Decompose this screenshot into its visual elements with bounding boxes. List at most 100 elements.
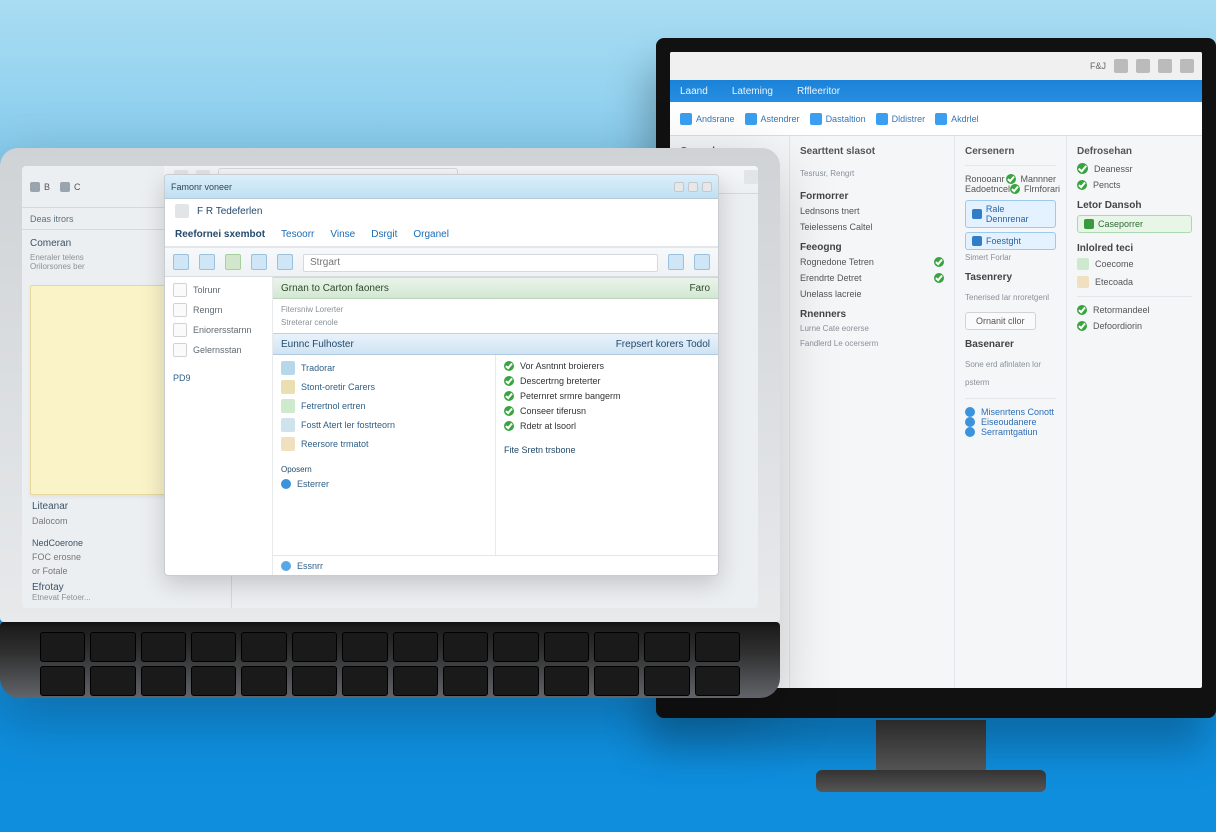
list-item[interactable]: Deanessr: [1077, 163, 1192, 174]
ribbon-tab-2[interactable]: Lateming: [732, 86, 773, 97]
cube-icon: [745, 113, 757, 125]
sysicon-4[interactable]: [1180, 59, 1194, 73]
ribbon-item-5[interactable]: Akdrlel: [935, 113, 979, 125]
search-input[interactable]: [303, 254, 658, 272]
list-item[interactable]: Defoordiorin: [1077, 321, 1192, 331]
tool-icon[interactable]: [173, 254, 189, 270]
subline: Simert Forlar: [965, 253, 1056, 262]
toolbar-chip[interactable]: C: [60, 182, 81, 192]
list-item[interactable]: Descertrng breterter: [504, 376, 710, 386]
ribbon-item-3[interactable]: Dastaltion: [810, 113, 866, 125]
subline: Fite Sretn trsbone: [504, 445, 710, 455]
pill-icon: [972, 209, 982, 219]
side-item[interactable]: Eniorersstarnn: [173, 323, 264, 337]
sysicon-2[interactable]: [1136, 59, 1150, 73]
list-item[interactable]: Teielessens Caltel: [800, 222, 944, 232]
check-icon: [1010, 184, 1020, 194]
close-button[interactable]: [702, 182, 712, 192]
window-titlebar[interactable]: Famonr voneer: [165, 175, 718, 199]
laptop-screen: B C Eerotrolne Deas itrors Comeran Enera…: [22, 166, 758, 608]
square-icon: [60, 182, 70, 192]
list-item[interactable]: Serramtgatiun: [965, 427, 1056, 437]
list-item[interactable]: Rognedone Tetren: [800, 257, 944, 267]
ribbon-item-1[interactable]: Andsrane: [680, 113, 735, 125]
side-item[interactable]: PD9: [173, 373, 264, 383]
text: Tenerised lar nroretgenl: [965, 293, 1049, 302]
tab[interactable]: Tesoorr: [281, 229, 314, 240]
list-item[interactable]: Unelass lacreie: [800, 289, 944, 299]
list-item[interactable]: Esterrer: [281, 479, 487, 489]
breadcrumb-text[interactable]: F R Tedeferlen: [197, 206, 262, 217]
folder-icon: [173, 303, 187, 317]
two-col: Tradorar Stont-oretir Carers Fetrertnol …: [273, 355, 718, 555]
check-icon: [1077, 305, 1087, 315]
monitor-titlebar: F&J: [670, 52, 1202, 80]
section-header: Inlolred teci: [1077, 243, 1192, 254]
laptop-keyboard: [0, 622, 780, 698]
list-item[interactable]: Retormandeel: [1077, 305, 1192, 315]
square-icon: [30, 182, 40, 192]
bottom-title: Efrotay: [32, 582, 221, 593]
max-button[interactable]: [688, 182, 698, 192]
detail-row: EadoetncelFlrnforari: [965, 184, 1056, 194]
min-button[interactable]: [674, 182, 684, 192]
tab[interactable]: Reefornei sxembot: [175, 229, 265, 240]
list-item[interactable]: Erendrte Detret: [800, 273, 944, 283]
list-item[interactable]: Reersore trmatot: [281, 437, 487, 451]
group-header[interactable]: Grnan to Carton faoners Faro: [273, 277, 718, 299]
highlight-pill[interactable]: Rale Dennrenar: [965, 200, 1056, 228]
action-button[interactable]: Ornanit cllor: [965, 312, 1036, 330]
tool-icon[interactable]: [694, 254, 710, 270]
list-item[interactable]: Pencts: [1077, 180, 1192, 190]
list-item[interactable]: Stont-oretir Carers: [281, 380, 487, 394]
tab[interactable]: Deas itrors: [30, 214, 74, 224]
side-item[interactable]: Tolrunr: [173, 283, 264, 297]
tool-icon[interactable]: [199, 254, 215, 270]
check-icon: [934, 273, 944, 283]
tool-icon[interactable]: [744, 170, 758, 184]
sysicon-1[interactable]: [1114, 59, 1128, 73]
highlight-pill[interactable]: Foestght: [965, 232, 1056, 250]
tab[interactable]: Vinse: [330, 229, 355, 240]
back-icon[interactable]: [175, 204, 189, 218]
monitor-foot: [816, 770, 1046, 792]
list-item[interactable]: Conseer tiferusn: [504, 406, 710, 416]
tab[interactable]: Dsrgit: [371, 229, 397, 240]
list-item[interactable]: Lednsons tnert: [800, 206, 944, 216]
ribbon-item-2[interactable]: Astendrer: [745, 113, 800, 125]
list-item[interactable]: Fostt Atert ler fostrteorn: [281, 418, 487, 432]
list-item[interactable]: Rdetr at lsoorl: [504, 421, 710, 431]
laptop-lid: B C Eerotrolne Deas itrors Comeran Enera…: [0, 148, 780, 622]
list-item[interactable]: Vor Asntnnt broierers: [504, 361, 710, 371]
list-item[interactable]: Etecoada: [1077, 276, 1192, 288]
list-item[interactable]: Misenrtens Conott: [965, 407, 1056, 417]
list-item[interactable]: Tradorar: [281, 361, 487, 375]
tool-icon[interactable]: [251, 254, 267, 270]
toolbar-chip[interactable]: B: [30, 182, 50, 192]
bottom-area: Efrotay Etnevat Fetoer...: [22, 576, 231, 608]
list-item[interactable]: Peternret srmre bangerm: [504, 391, 710, 401]
tab[interactable]: Organel: [413, 229, 449, 240]
pill-icon: [1084, 219, 1094, 229]
list-item[interactable]: Fandlerd Le ocerserm: [800, 339, 944, 348]
list-item[interactable]: Lurne Cate eorerse: [800, 324, 944, 333]
list-item[interactable]: Fetrertnol ertren: [281, 399, 487, 413]
subtext: Streterar cenole: [281, 318, 710, 327]
side-item[interactable]: Gelernsstan: [173, 343, 264, 357]
tool-icon[interactable]: [668, 254, 684, 270]
square-icon: [1077, 258, 1089, 270]
list-item[interactable]: Eiseoudanere: [965, 417, 1056, 427]
divider: [1077, 296, 1192, 297]
window-body: Tolrunr Rengrn Eniorersstarnn Gelernssta…: [165, 277, 718, 575]
side-item[interactable]: Rengrn: [173, 303, 264, 317]
tool-icon[interactable]: [225, 254, 241, 270]
ribbon-item-4[interactable]: Dldistrer: [876, 113, 926, 125]
ribbon-tab-3[interactable]: Rffleeritor: [797, 86, 840, 97]
item-icon: [281, 437, 295, 451]
sysicon-3[interactable]: [1158, 59, 1172, 73]
group-header[interactable]: Eunnc Fulhoster Frepsert korers Todol: [273, 333, 718, 355]
list-item[interactable]: Coecome: [1077, 258, 1192, 270]
subline: Tesrusr, Rengrt: [800, 169, 854, 178]
ribbon-tab-1[interactable]: Laand: [680, 86, 708, 97]
tool-icon[interactable]: [277, 254, 293, 270]
